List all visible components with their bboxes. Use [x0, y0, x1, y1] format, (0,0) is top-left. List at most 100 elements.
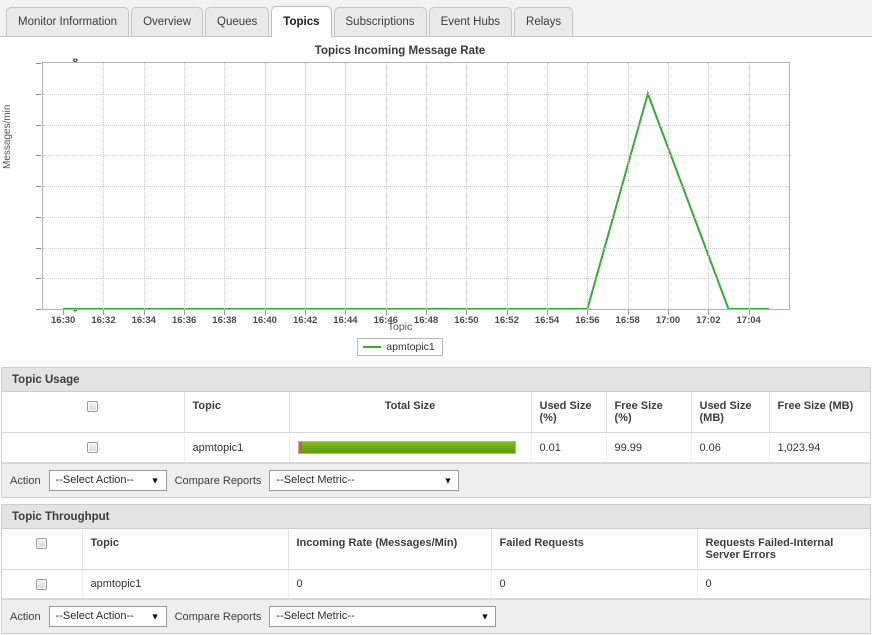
tab-monitor-information[interactable]: Monitor Information	[6, 7, 130, 36]
topic-throughput-action-bar: Action --Select Action-- ▼ Compare Repor…	[2, 599, 870, 633]
chart-gridline-horizontal	[43, 278, 789, 280]
table-row[interactable]: apmtopic1 0.01 99.99 0.06 1,023.94	[2, 432, 870, 463]
chart-x-tick-label: 16:52	[494, 315, 519, 326]
chart-x-tick-label: 16:32	[91, 315, 116, 326]
cell-free-size-mb: 1,023.94	[769, 432, 870, 463]
chart-x-tick-label: 16:46	[373, 315, 398, 326]
chart-x-tick-label: 16:48	[413, 315, 439, 326]
chart-x-tick-label: 16:34	[131, 315, 156, 326]
row-checkbox[interactable]	[36, 578, 48, 590]
column-select-all	[2, 392, 185, 433]
legend-label: apmtopic1	[386, 341, 435, 353]
topic-usage-table: Topic Total Size Used Size (%) Free Size…	[2, 392, 870, 463]
chart-x-tick-label: 17:04	[736, 315, 761, 326]
chart-y-tick-mark	[36, 216, 41, 218]
chart-gridline-horizontal	[43, 93, 789, 95]
chart-gridline-vertical	[748, 63, 750, 309]
compare-metric-select[interactable]: --Select Metric-- ▼	[269, 470, 460, 491]
legend-item-apmtopic1[interactable]: apmtopic1	[357, 338, 443, 356]
chart-y-tick-mark	[36, 124, 41, 126]
action-label: Action	[10, 474, 41, 487]
column-used-size-mb: Used Size (MB)	[691, 392, 770, 433]
column-topic: Topic	[184, 392, 290, 433]
cell-used-size-mb: 0.06	[691, 432, 770, 463]
chevron-down-icon: ▼	[150, 611, 160, 621]
cell-topic: apmtopic1	[82, 569, 289, 599]
chart-x-tick-label: 16:54	[534, 315, 560, 326]
tab-queues[interactable]: Queues	[205, 7, 270, 36]
chart-y-tick-mark	[36, 186, 41, 187]
column-requests-failed-internal: Requests Failed-Internal Server Errors	[697, 529, 870, 570]
incoming-message-rate-chart: Topics Incoming Message Rate Messages/mi…	[0, 37, 872, 367]
chart-y-tick-mark	[36, 93, 41, 95]
cell-failed-requests: 0	[491, 569, 698, 599]
topic-usage-title: Topic Usage	[2, 368, 870, 392]
column-total-size: Total Size	[289, 392, 532, 433]
chart-x-tick-label: 16:56	[575, 315, 600, 326]
chart-x-tick-label: 17:00	[655, 315, 681, 326]
tab-event-hubs[interactable]: Event Hubs	[428, 7, 513, 36]
table-header-row: Topic Incoming Rate (Messages/Min) Faile…	[2, 529, 870, 570]
compare-metric-select[interactable]: --Select Metric-- ▼	[269, 606, 497, 627]
chart-gridline-vertical	[587, 63, 589, 309]
cell-topic: apmtopic1	[184, 432, 290, 463]
topic-usage-panel: Topic Usage Topic Total Size Used Size (…	[1, 367, 871, 498]
column-free-size-pct: Free Size (%)	[606, 392, 692, 433]
tab-topics[interactable]: Topics	[271, 6, 332, 37]
tab-relays[interactable]: Relays	[514, 7, 574, 36]
action-select[interactable]: --Select Action-- ▼	[48, 470, 167, 491]
chart-x-tick-label: 16:50	[454, 315, 479, 326]
compare-reports-label: Compare Reports	[174, 474, 262, 487]
legend-line-icon	[363, 346, 382, 348]
column-incoming-rate: Incoming Rate (Messages/Min)	[288, 529, 492, 570]
table-header-row: Topic Total Size Used Size (%) Free Size…	[2, 392, 870, 433]
action-select-value: --Select Action--	[55, 610, 134, 622]
chart-y-axis-label: Messages/min	[2, 104, 13, 169]
chart-gridline-vertical	[627, 63, 629, 309]
chart-gridline-vertical	[264, 63, 266, 309]
chart-line-series	[63, 90, 769, 310]
chart-y-tick-mark	[36, 63, 41, 64]
chart-gridline-vertical	[103, 63, 105, 309]
topic-throughput-panel: Topic Throughput Topic Incoming Rate (Me…	[1, 504, 871, 634]
chart-y-tick-mark	[36, 155, 41, 157]
table-row[interactable]: apmtopic1 0 0 0	[2, 569, 870, 599]
tab-overview[interactable]: Overview	[131, 7, 204, 36]
cell-requests-failed-internal: 0	[697, 569, 870, 599]
chart-x-tick-label: 16:40	[252, 315, 277, 326]
column-free-size-mb: Free Size (MB)	[769, 392, 870, 433]
chart-gridline-horizontal	[43, 247, 789, 249]
chevron-down-icon: ▼	[480, 611, 490, 621]
chart-gridline-vertical	[143, 63, 145, 309]
compare-reports-label: Compare Reports	[174, 610, 262, 623]
chart-y-tick-mark	[36, 278, 41, 280]
action-select[interactable]: --Select Action-- ▼	[48, 606, 167, 627]
row-checkbox[interactable]	[87, 442, 99, 454]
chart-x-tick-label: 16:58	[615, 315, 640, 326]
cell-total-size	[289, 432, 532, 463]
select-all-checkbox[interactable]	[36, 537, 48, 549]
chart-gridline-vertical	[506, 63, 508, 309]
select-all-checkbox[interactable]	[87, 400, 99, 412]
chart-gridline-vertical	[547, 63, 549, 309]
chart-gridline-vertical	[224, 63, 226, 309]
chart-x-tick-label: 16:42	[292, 315, 318, 326]
tab-subscriptions[interactable]: Subscriptions	[333, 7, 427, 36]
action-select-value: --Select Action--	[55, 474, 134, 486]
action-label: Action	[10, 610, 41, 623]
chart-gridline-vertical	[466, 63, 468, 309]
chart-x-tick-label: 16:30	[51, 315, 76, 326]
cell-incoming-rate: 0	[288, 569, 492, 599]
chart-title: Topics Incoming Message Rate	[314, 45, 486, 57]
chart-x-tick-label: 16:44	[333, 315, 358, 326]
total-size-bar	[297, 441, 516, 454]
row-select-cell	[2, 432, 185, 463]
chart-gridline-horizontal	[43, 216, 789, 218]
chart-x-tick-label: 16:38	[212, 315, 237, 326]
row-select-cell	[2, 569, 83, 599]
cell-free-size-pct: 99.99	[606, 432, 692, 463]
cell-used-size-pct: 0.01	[531, 432, 607, 463]
column-topic: Topic	[82, 529, 289, 570]
chart-x-tick-label: 17:02	[696, 315, 721, 326]
column-select-all	[2, 529, 83, 570]
